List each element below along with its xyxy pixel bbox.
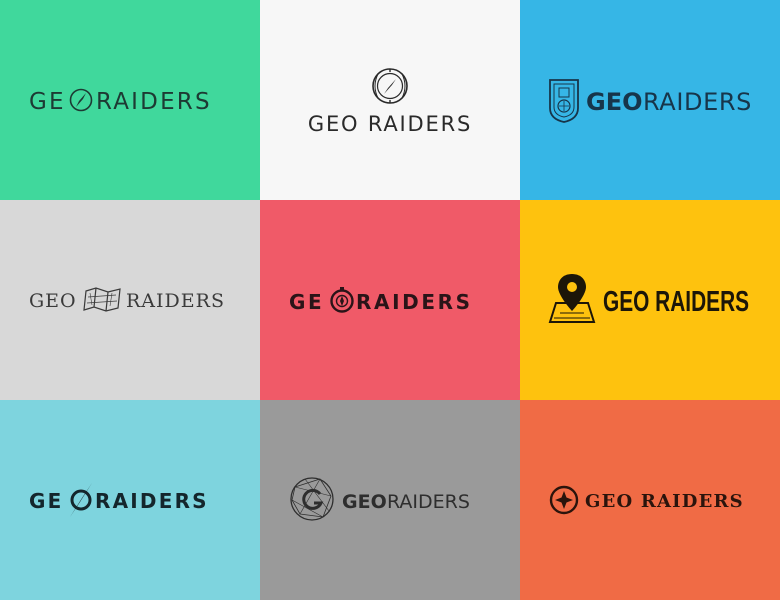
logo-white: GEO RAIDERS bbox=[308, 68, 472, 136]
wordmark-part2: RAIDERS bbox=[96, 89, 212, 115]
wordmark-part2: RAIDERS bbox=[126, 290, 225, 312]
logo-light-blue: GE RAIDERS bbox=[29, 483, 209, 517]
logo-blue: GEO RAIDERS bbox=[549, 79, 752, 123]
needle-o-icon bbox=[70, 483, 92, 517]
wordmark-part1: GE bbox=[29, 489, 63, 513]
wordmark-part2: RAIDERS bbox=[95, 489, 209, 513]
logo-tile-blue: GEO RAIDERS bbox=[520, 0, 780, 200]
logo-green: GE RAIDERS bbox=[29, 88, 212, 115]
wordmark: GEO RAIDERS bbox=[308, 112, 472, 136]
logo-orange: GEO RAIDERS bbox=[549, 485, 744, 515]
logo-red: GE RAIDERS bbox=[289, 287, 473, 314]
logo-tile-gray: GEO RAIDERS bbox=[260, 400, 520, 600]
logo-tile-yellow: GEO RAIDERS bbox=[520, 200, 780, 400]
wordmark-part1: GEO bbox=[586, 88, 643, 116]
compass-star-icon bbox=[549, 485, 579, 515]
logo-tile-green: GE RAIDERS bbox=[0, 0, 260, 200]
logo-grid: GE RAIDERS GEO RAIDERS GEO RAIDERS GEO R… bbox=[0, 0, 780, 600]
wordmark-part1: GEO bbox=[342, 491, 387, 513]
wordmark-part1: GEO bbox=[29, 290, 77, 312]
logo-yellow: GEO RAIDERS bbox=[548, 274, 749, 323]
map-pin-icon bbox=[548, 274, 596, 323]
logo-tile-red: GE RAIDERS bbox=[260, 200, 520, 400]
logo-tile-light-blue: GE RAIDERS bbox=[0, 400, 260, 600]
wordmark: GEO RAIDERS bbox=[585, 491, 744, 512]
compass-o-icon bbox=[330, 287, 354, 313]
logo-gray: GEO RAIDERS bbox=[290, 477, 470, 521]
wordmark-part2: RAIDERS bbox=[387, 491, 470, 513]
logo-tile-white: GEO RAIDERS bbox=[260, 0, 520, 200]
logo-light-gray: GEO RAIDERS bbox=[29, 287, 225, 312]
compass-emblem-icon bbox=[372, 68, 408, 104]
compass-o-icon bbox=[69, 88, 93, 112]
wordmark-part1: GE bbox=[29, 89, 66, 115]
map-icon bbox=[83, 287, 121, 312]
globe-g-icon bbox=[290, 477, 334, 521]
wordmark-part1: GE bbox=[289, 290, 324, 314]
shield-crest-icon bbox=[549, 79, 579, 123]
logo-tile-orange: GEO RAIDERS bbox=[520, 400, 780, 600]
wordmark-part2: RAIDERS bbox=[643, 88, 752, 116]
wordmark: GEO RAIDERS bbox=[603, 286, 749, 318]
logo-tile-light-gray: GEO RAIDERS bbox=[0, 200, 260, 400]
wordmark-part2: RAIDERS bbox=[356, 290, 473, 314]
